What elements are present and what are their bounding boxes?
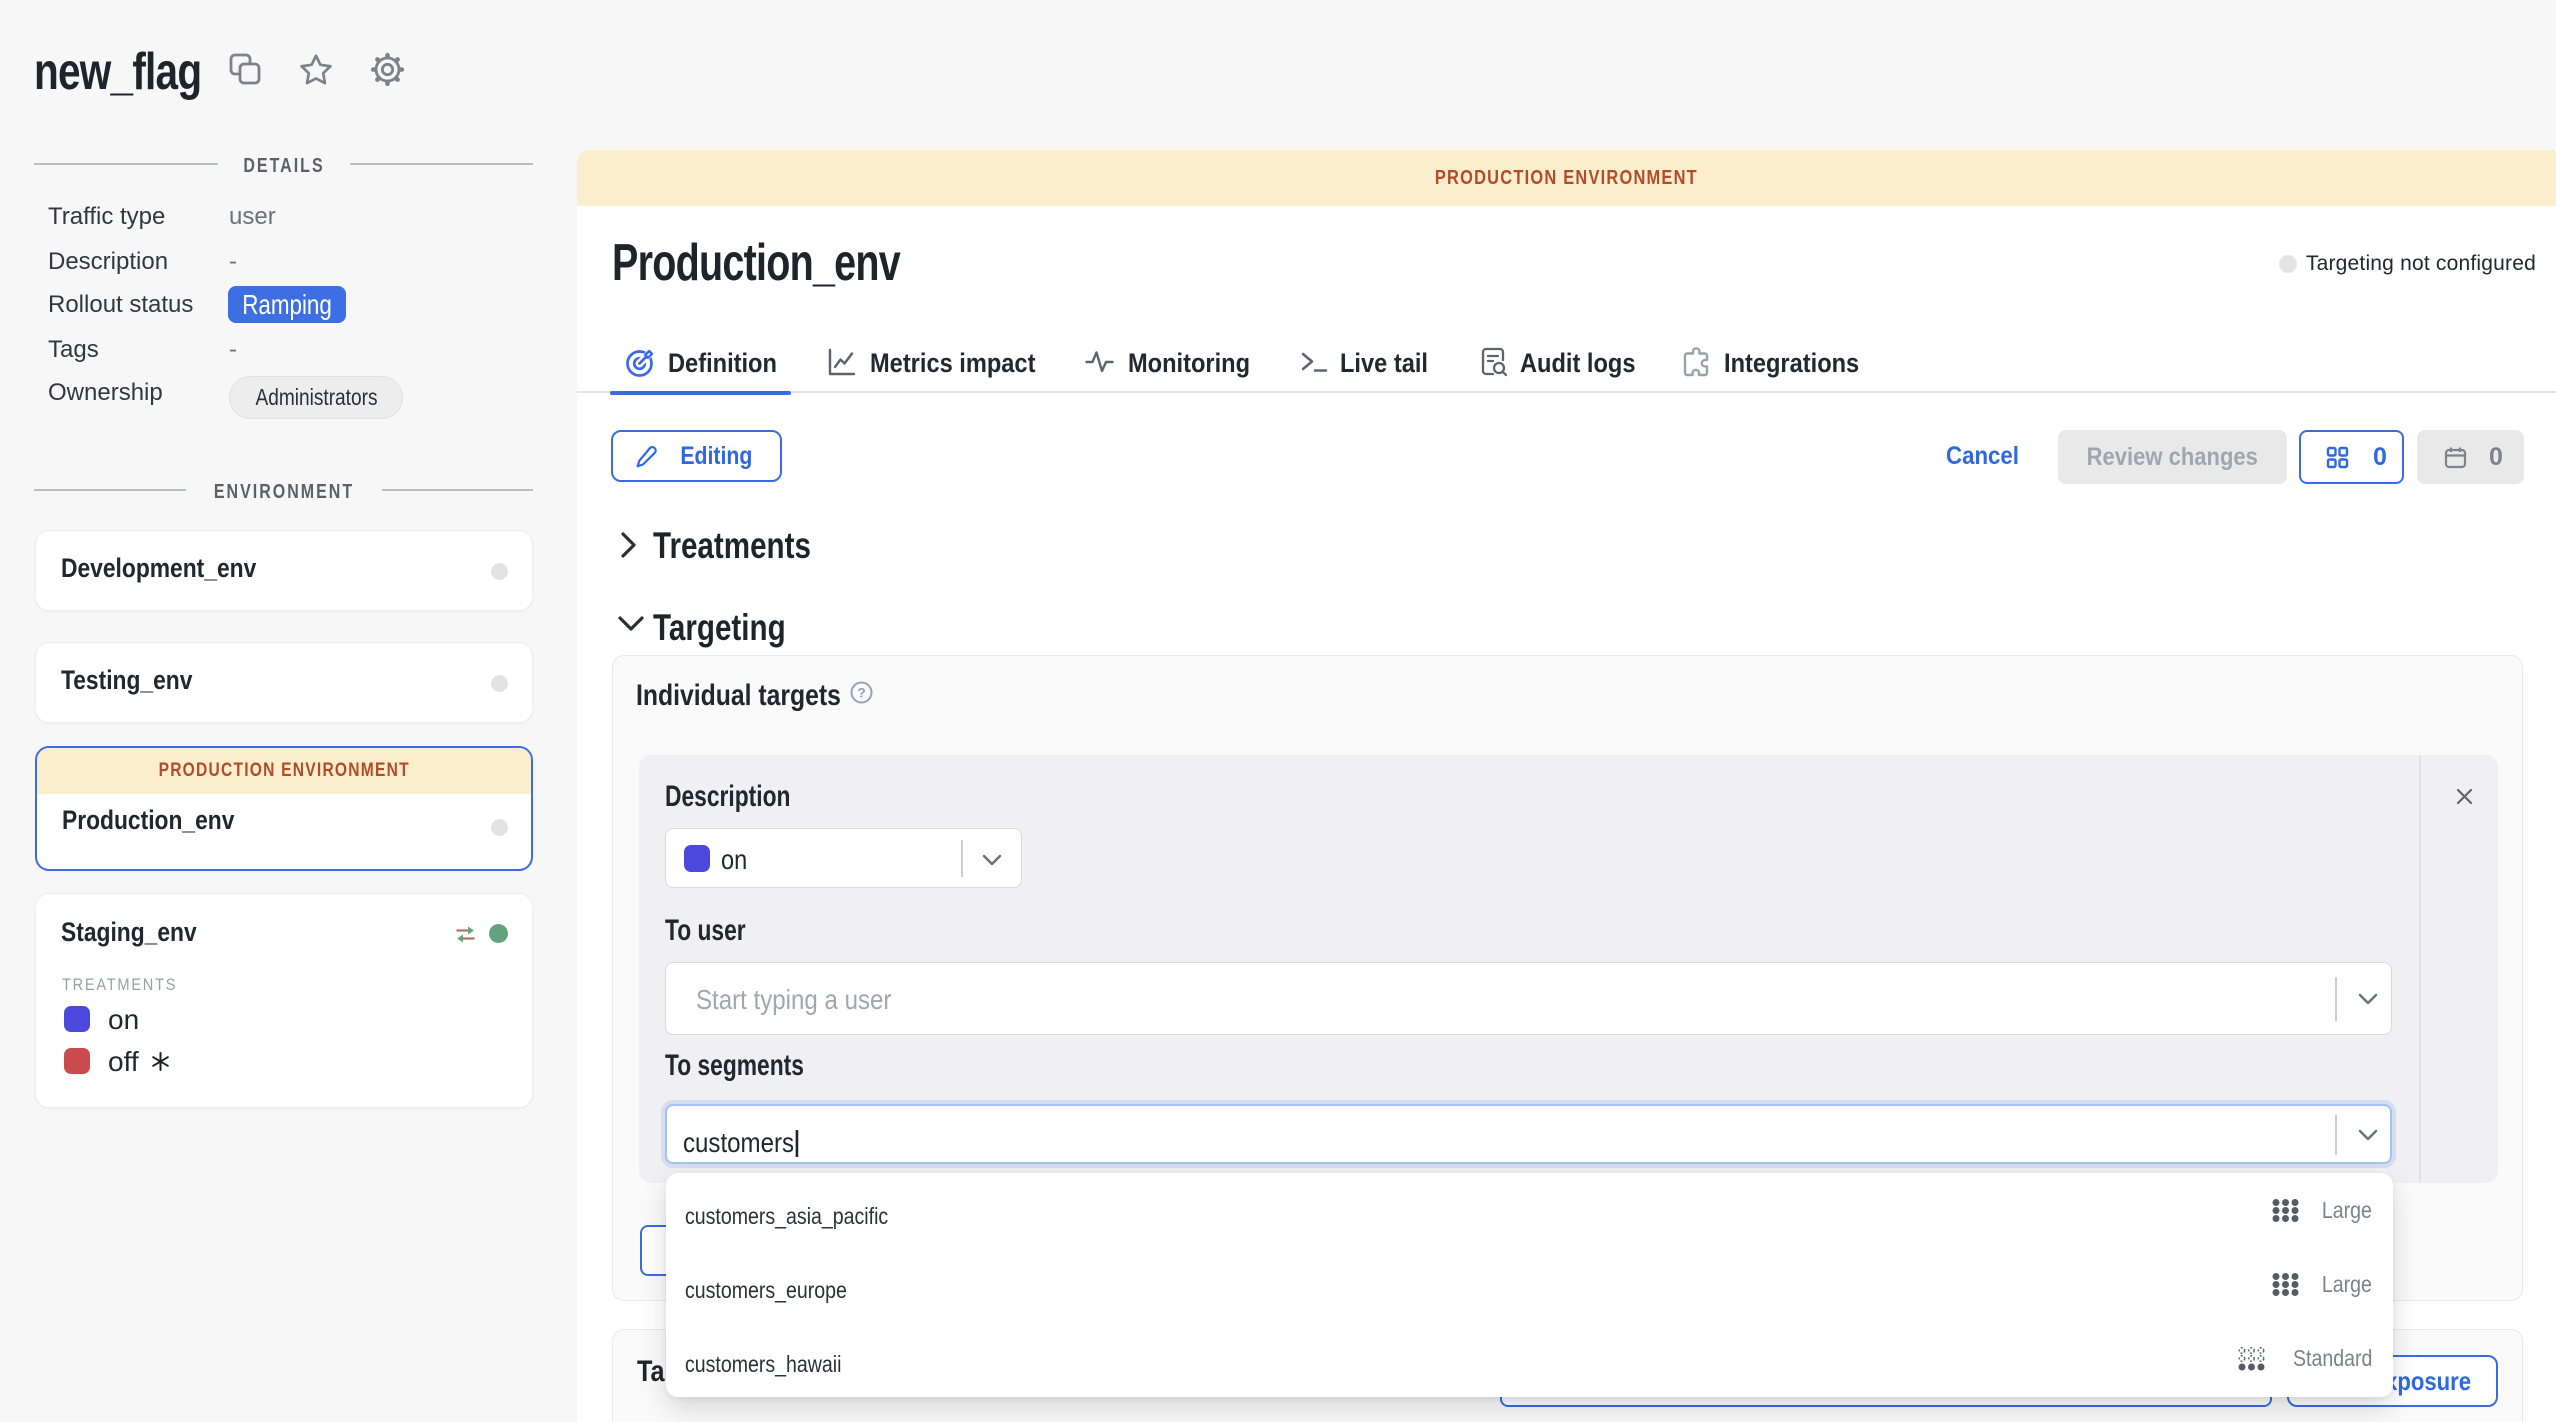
svg-text:?: ?: [857, 685, 866, 701]
